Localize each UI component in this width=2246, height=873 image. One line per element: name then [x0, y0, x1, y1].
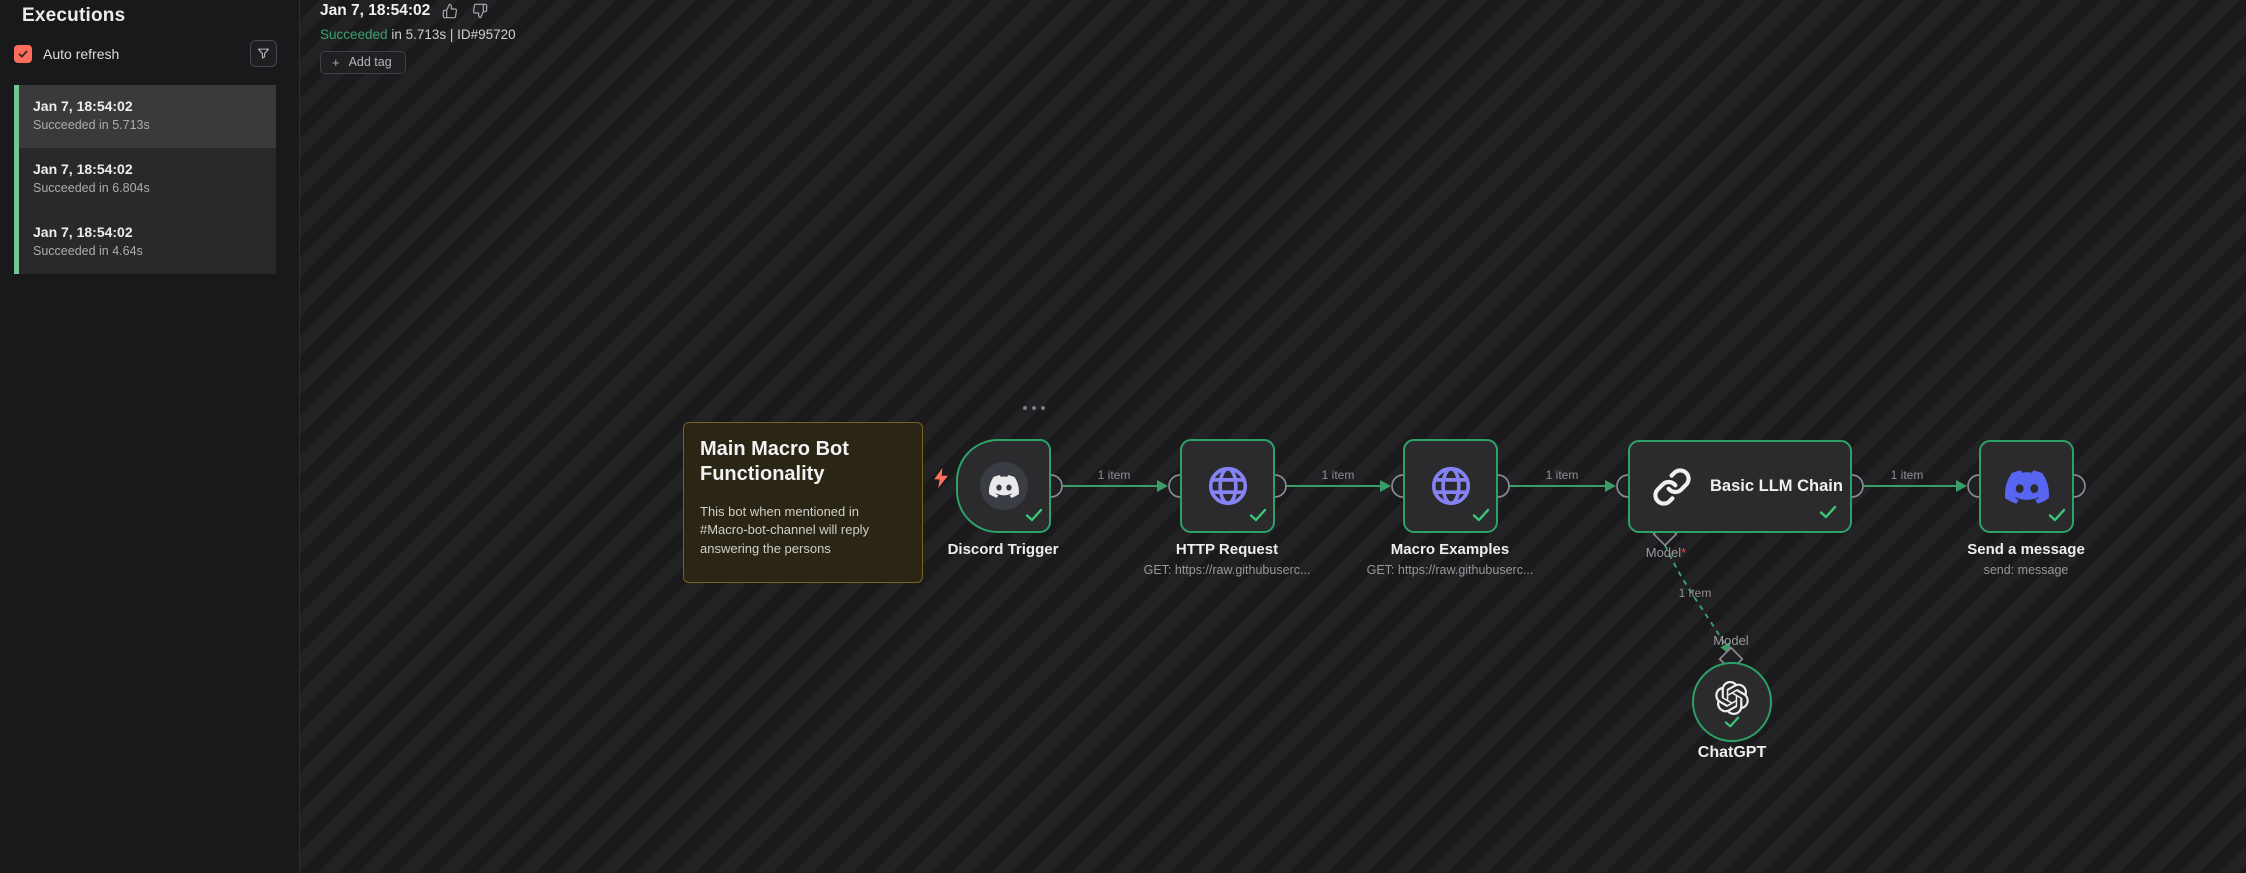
dot-icon	[1023, 406, 1027, 410]
node-label-macro-examples: Macro Examples	[1390, 541, 1510, 558]
sticky-note[interactable]: Main Macro Bot Functionality This bot wh…	[683, 422, 923, 583]
execution-status: Succeeded in 4.64s	[33, 244, 143, 258]
run-title: Jan 7, 18:54:02	[320, 2, 431, 19]
node-subtitle-macro-examples: GET: https://raw.githubuserc...	[1366, 563, 1534, 577]
workflow-canvas[interactable]: Jan 7, 18:54:02 Succeeded in 5.713s | ID…	[300, 0, 2246, 873]
add-tag-label: Add tag	[348, 55, 392, 69]
node-http-request[interactable]	[1180, 439, 1275, 533]
node-macro-examples[interactable]	[1403, 439, 1498, 533]
node-basic-llm-chain[interactable]: Basic LLM Chain	[1628, 440, 1852, 533]
executions-title: Executions	[22, 5, 126, 26]
node-send-a-message[interactable]	[1979, 440, 2074, 533]
run-status-badge: Succeeded	[320, 27, 388, 42]
openai-icon	[1715, 681, 1749, 715]
node-label-send-a-message: Send a message	[1967, 541, 2085, 558]
thumbs-up-button[interactable]	[442, 2, 460, 20]
globe-icon	[1208, 466, 1247, 506]
funnel-icon	[257, 48, 270, 59]
execution-date: Jan 7, 18:54:02	[33, 224, 133, 240]
auto-refresh-label: Auto refresh	[43, 46, 120, 62]
success-check-icon	[1248, 507, 1268, 528]
execution-status: Succeeded in 6.804s	[33, 181, 150, 195]
node-label-http-request: HTTP Request	[1175, 541, 1279, 558]
thumbs-up-icon	[443, 3, 458, 19]
execution-date: Jan 7, 18:54:02	[33, 161, 133, 177]
execution-list-item[interactable]: Jan 7, 18:54:02 Succeeded in 6.804s	[19, 148, 276, 211]
check-icon	[18, 50, 28, 58]
execution-list-item[interactable]: Jan 7, 18:54:02 Succeeded in 5.713s	[19, 85, 276, 148]
node-subtitle-http-request: GET: https://raw.githubuserc...	[1143, 563, 1311, 577]
thumbs-down-icon	[473, 3, 488, 19]
node-label-discord-trigger: Discord Trigger	[947, 541, 1059, 558]
execution-status: Succeeded in 5.713s	[33, 118, 150, 132]
model-required-label: Model*	[1645, 545, 1687, 560]
node-chatgpt[interactable]	[1692, 662, 1772, 742]
success-check-icon	[1818, 504, 1838, 525]
execution-list: Jan 7, 18:54:02 Succeeded in 5.713s Jan …	[14, 85, 276, 274]
required-asterisk: *	[1681, 545, 1687, 560]
connection-items-label: 1 item	[1678, 586, 1712, 600]
connection-items-label: 1 item	[1321, 468, 1355, 482]
add-tag-button[interactable]: + Add tag	[320, 51, 406, 74]
discord-icon	[979, 462, 1028, 510]
connection-items-label: 1 item	[1545, 468, 1579, 482]
node-discord-trigger[interactable]	[956, 439, 1051, 533]
model-label: Model	[1713, 633, 1749, 648]
execution-date: Jan 7, 18:54:02	[33, 98, 133, 114]
success-check-icon	[1471, 507, 1491, 528]
chain-link-icon	[1653, 467, 1691, 506]
n8n-executions-view: Executions Auto refresh Jan 7, 18:54:02 …	[0, 0, 2246, 873]
run-header: Jan 7, 18:54:02 Succeeded in 5.713s | ID…	[320, 2, 516, 74]
lightning-trigger-icon	[930, 466, 952, 495]
node-options-button[interactable]	[1017, 402, 1051, 414]
node-inline-label: Basic LLM Chain	[1710, 477, 1843, 495]
connections-layer	[1039, 474, 2086, 672]
filter-button[interactable]	[250, 40, 277, 67]
connection-items-label: 1 item	[1890, 468, 1924, 482]
success-check-icon	[2047, 507, 2067, 528]
success-check-icon	[1024, 507, 1044, 528]
node-subtitle-send-a-message: send: message	[1983, 563, 2069, 577]
auto-refresh-row: Auto refresh	[14, 45, 119, 63]
run-status-row: Succeeded in 5.713s | ID#95720	[320, 27, 516, 42]
execution-list-item[interactable]: Jan 7, 18:54:02 Succeeded in 4.64s	[19, 211, 276, 274]
thumbs-down-button[interactable]	[472, 2, 490, 20]
discord-icon	[2004, 469, 2049, 504]
executions-sidebar: Executions Auto refresh Jan 7, 18:54:02 …	[0, 0, 300, 873]
sticky-note-body: This bot when mentioned in #Macro-bot-ch…	[700, 504, 870, 556]
success-check-icon	[1723, 715, 1741, 734]
plus-icon: +	[332, 54, 340, 70]
globe-icon	[1431, 466, 1470, 506]
run-status-detail: in 5.713s | ID#95720	[387, 27, 516, 42]
auto-refresh-checkbox[interactable]	[14, 45, 32, 63]
connection-items-label: 1 item	[1097, 468, 1131, 482]
dot-icon	[1041, 406, 1045, 410]
dot-icon	[1032, 406, 1036, 410]
node-label-chatgpt: ChatGPT	[1697, 744, 1767, 761]
sticky-note-title: Main Macro Bot Functionality	[700, 438, 849, 485]
